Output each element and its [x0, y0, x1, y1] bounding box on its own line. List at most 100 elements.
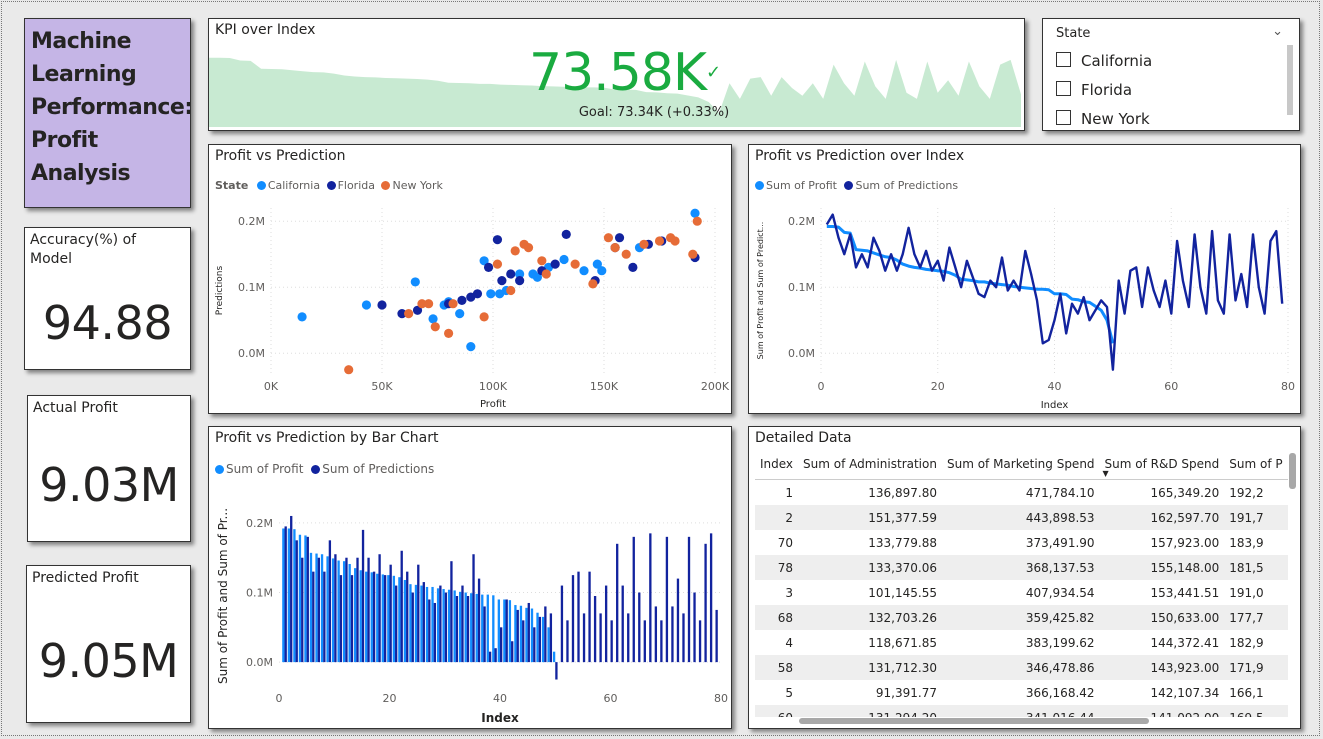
table-row[interactable]: 3 101,145.55 407,934.54 153,441.51 191,0	[755, 580, 1288, 605]
scatter-point	[654, 236, 665, 246]
bar	[367, 557, 370, 663]
slicer-option-newyork[interactable]: New York	[1056, 110, 1150, 128]
table-cell: 118,671.85	[868, 635, 937, 650]
bar	[376, 573, 379, 663]
table-row[interactable]: 58 131,712.30 346,478.86 143,923.00 171,9	[755, 655, 1288, 680]
x-tick-label: 0	[276, 692, 283, 705]
checkbox[interactable]	[1056, 110, 1071, 125]
detailed-data-table-tile[interactable]: Detailed Data Index Sum of Administratio…	[748, 426, 1301, 729]
bar	[475, 593, 478, 663]
table-vertical-scrollbar[interactable]	[1289, 453, 1296, 489]
sort-desc-icon[interactable]: ▼	[1103, 469, 1109, 478]
bar	[345, 557, 348, 663]
bar	[459, 591, 462, 663]
x-tick-label: 0	[818, 380, 825, 393]
table-cell: 70	[777, 535, 794, 550]
bar	[483, 606, 486, 663]
col-header-index[interactable]: Index	[755, 449, 799, 480]
bar	[326, 556, 329, 663]
y-axis-label: Sum of Profit and Sum of Pr...	[216, 508, 230, 684]
scatter-point	[506, 269, 516, 279]
table-cell: 131,712.30	[798, 655, 942, 680]
bar	[599, 613, 602, 663]
scatter-point	[550, 259, 560, 269]
bar	[395, 585, 398, 663]
bar	[709, 533, 713, 663]
col-header-marketing[interactable]: Sum of Marketing Spend	[941, 449, 1100, 480]
kpi-tile[interactable]: KPI over Index 73.58K✓ Goal: 73.34K (+0.…	[208, 18, 1025, 131]
bar	[361, 529, 365, 663]
table-cell: 183,9	[1229, 535, 1264, 550]
bar	[398, 577, 401, 663]
slicer-option-california[interactable]: California	[1056, 52, 1152, 70]
bar	[549, 613, 553, 663]
bar	[593, 596, 597, 663]
x-tick-label: 20	[931, 380, 945, 393]
col-header-rd[interactable]: Sum of R&D Spend ▼	[1099, 449, 1225, 480]
table-row[interactable]: 4 118,671.85 383,199.62 144,372.41 182,9	[755, 630, 1288, 655]
table-cell: 346,478.86	[941, 655, 1100, 680]
bar	[428, 599, 431, 663]
chevron-down-icon[interactable]: ⌄	[1272, 24, 1283, 39]
bar	[632, 536, 635, 663]
slicer-title: State	[1056, 26, 1091, 41]
scatter-point	[570, 259, 580, 269]
bar	[284, 526, 287, 663]
table-row[interactable]: 2 151,377.59 443,898.53 162,597.70 191,7	[755, 505, 1288, 530]
line-chart-tile[interactable]: Profit vs Prediction over Index Sum of P…	[748, 144, 1301, 414]
table-cell: 101,145.55	[868, 585, 937, 600]
line-plot[interactable]: 0.0M 0.1M 0.2M 0 20 40 60 80 Index Sum of Profit …	[749, 145, 1300, 413]
scatter-point	[579, 266, 589, 276]
x-tick-label: 20	[383, 692, 397, 705]
accuracy-card[interactable]: Accuracy(%) of Model 94.88	[24, 227, 191, 370]
checkbox[interactable]	[1056, 81, 1071, 96]
table-row[interactable]: 5 91,391.77 366,168.42 142,107.34 166,1	[755, 680, 1288, 705]
scatter-point	[492, 235, 503, 245]
table-row[interactable]: 70 133,779.88 373,491.90 157,923.00 183,9	[755, 530, 1288, 555]
scatter-chart-tile[interactable]: Profit vs Prediction State California Fl…	[208, 144, 732, 414]
table-cell: 177,7	[1224, 605, 1288, 630]
actual-profit-value: 9.03M	[39, 458, 179, 512]
slicer-scrollbar[interactable]	[1287, 45, 1293, 115]
bar	[381, 574, 384, 663]
table-cell: 143,923.00	[1099, 655, 1225, 680]
bar	[577, 571, 580, 663]
bar	[354, 568, 357, 663]
table-cell: 383,199.62	[1025, 635, 1095, 650]
table-horizontal-scrollbar[interactable]	[799, 718, 1149, 724]
table-cell: 169,5	[1224, 705, 1288, 717]
table-row[interactable]: 1 136,897.80 471,784.10 165,349.20 192,2	[755, 480, 1288, 506]
scatter-plot[interactable]: 0.0M 0.1M 0.2M 0K 50K 100K 150K 200K Profit Predi…	[209, 145, 731, 413]
actual-profit-card[interactable]: Actual Profit 9.03M	[27, 395, 191, 542]
bar	[372, 571, 376, 663]
col-header-profit[interactable]: Sum of P	[1224, 449, 1288, 480]
table-cell: 153,441.51	[1150, 585, 1220, 600]
kpi-goal: Goal: 73.34K (+0.33%)	[578, 105, 730, 120]
bar	[525, 607, 528, 663]
bar-plot[interactable]: 0.0M 0.1M 0.2M 0 20 40 60 80 Index Sum of Profit …	[209, 427, 731, 728]
table-row[interactable]: 60131,294.20341,016.44141,092.00169,5	[755, 705, 1288, 717]
bar	[497, 599, 500, 663]
scatter-point	[492, 259, 503, 269]
table-cell: 171,9	[1224, 655, 1288, 680]
bar	[461, 585, 464, 663]
state-slicer[interactable]: State ⌄ California Florida New York	[1042, 18, 1300, 131]
bar	[400, 550, 403, 663]
scatter-point	[483, 262, 494, 272]
table-cell: 162,597.70	[1099, 505, 1225, 530]
accuracy-value: 94.88	[42, 296, 173, 350]
bar	[477, 578, 481, 663]
bar	[298, 534, 302, 663]
table-cell: 144,372.41	[1150, 635, 1220, 650]
predicted-profit-card[interactable]: Predicted Profit 9.05M	[26, 565, 191, 723]
col-header-administration[interactable]: Sum of Administration	[798, 449, 942, 480]
bar	[511, 641, 514, 663]
bar	[455, 596, 459, 663]
slicer-option-florida[interactable]: Florida	[1056, 81, 1132, 99]
table-cell: 133,779.88	[868, 535, 937, 550]
bar-chart-tile[interactable]: Profit vs Prediction by Bar Chart Sum of…	[208, 426, 732, 729]
checkbox[interactable]	[1056, 52, 1071, 67]
bar	[503, 599, 506, 663]
table-row[interactable]: 78 133,370.06 368,137.53 155,148.00 181,5	[755, 555, 1288, 580]
table-row[interactable]: 68 132,703.26 359,425.82 150,633.00 177,7	[755, 605, 1288, 630]
